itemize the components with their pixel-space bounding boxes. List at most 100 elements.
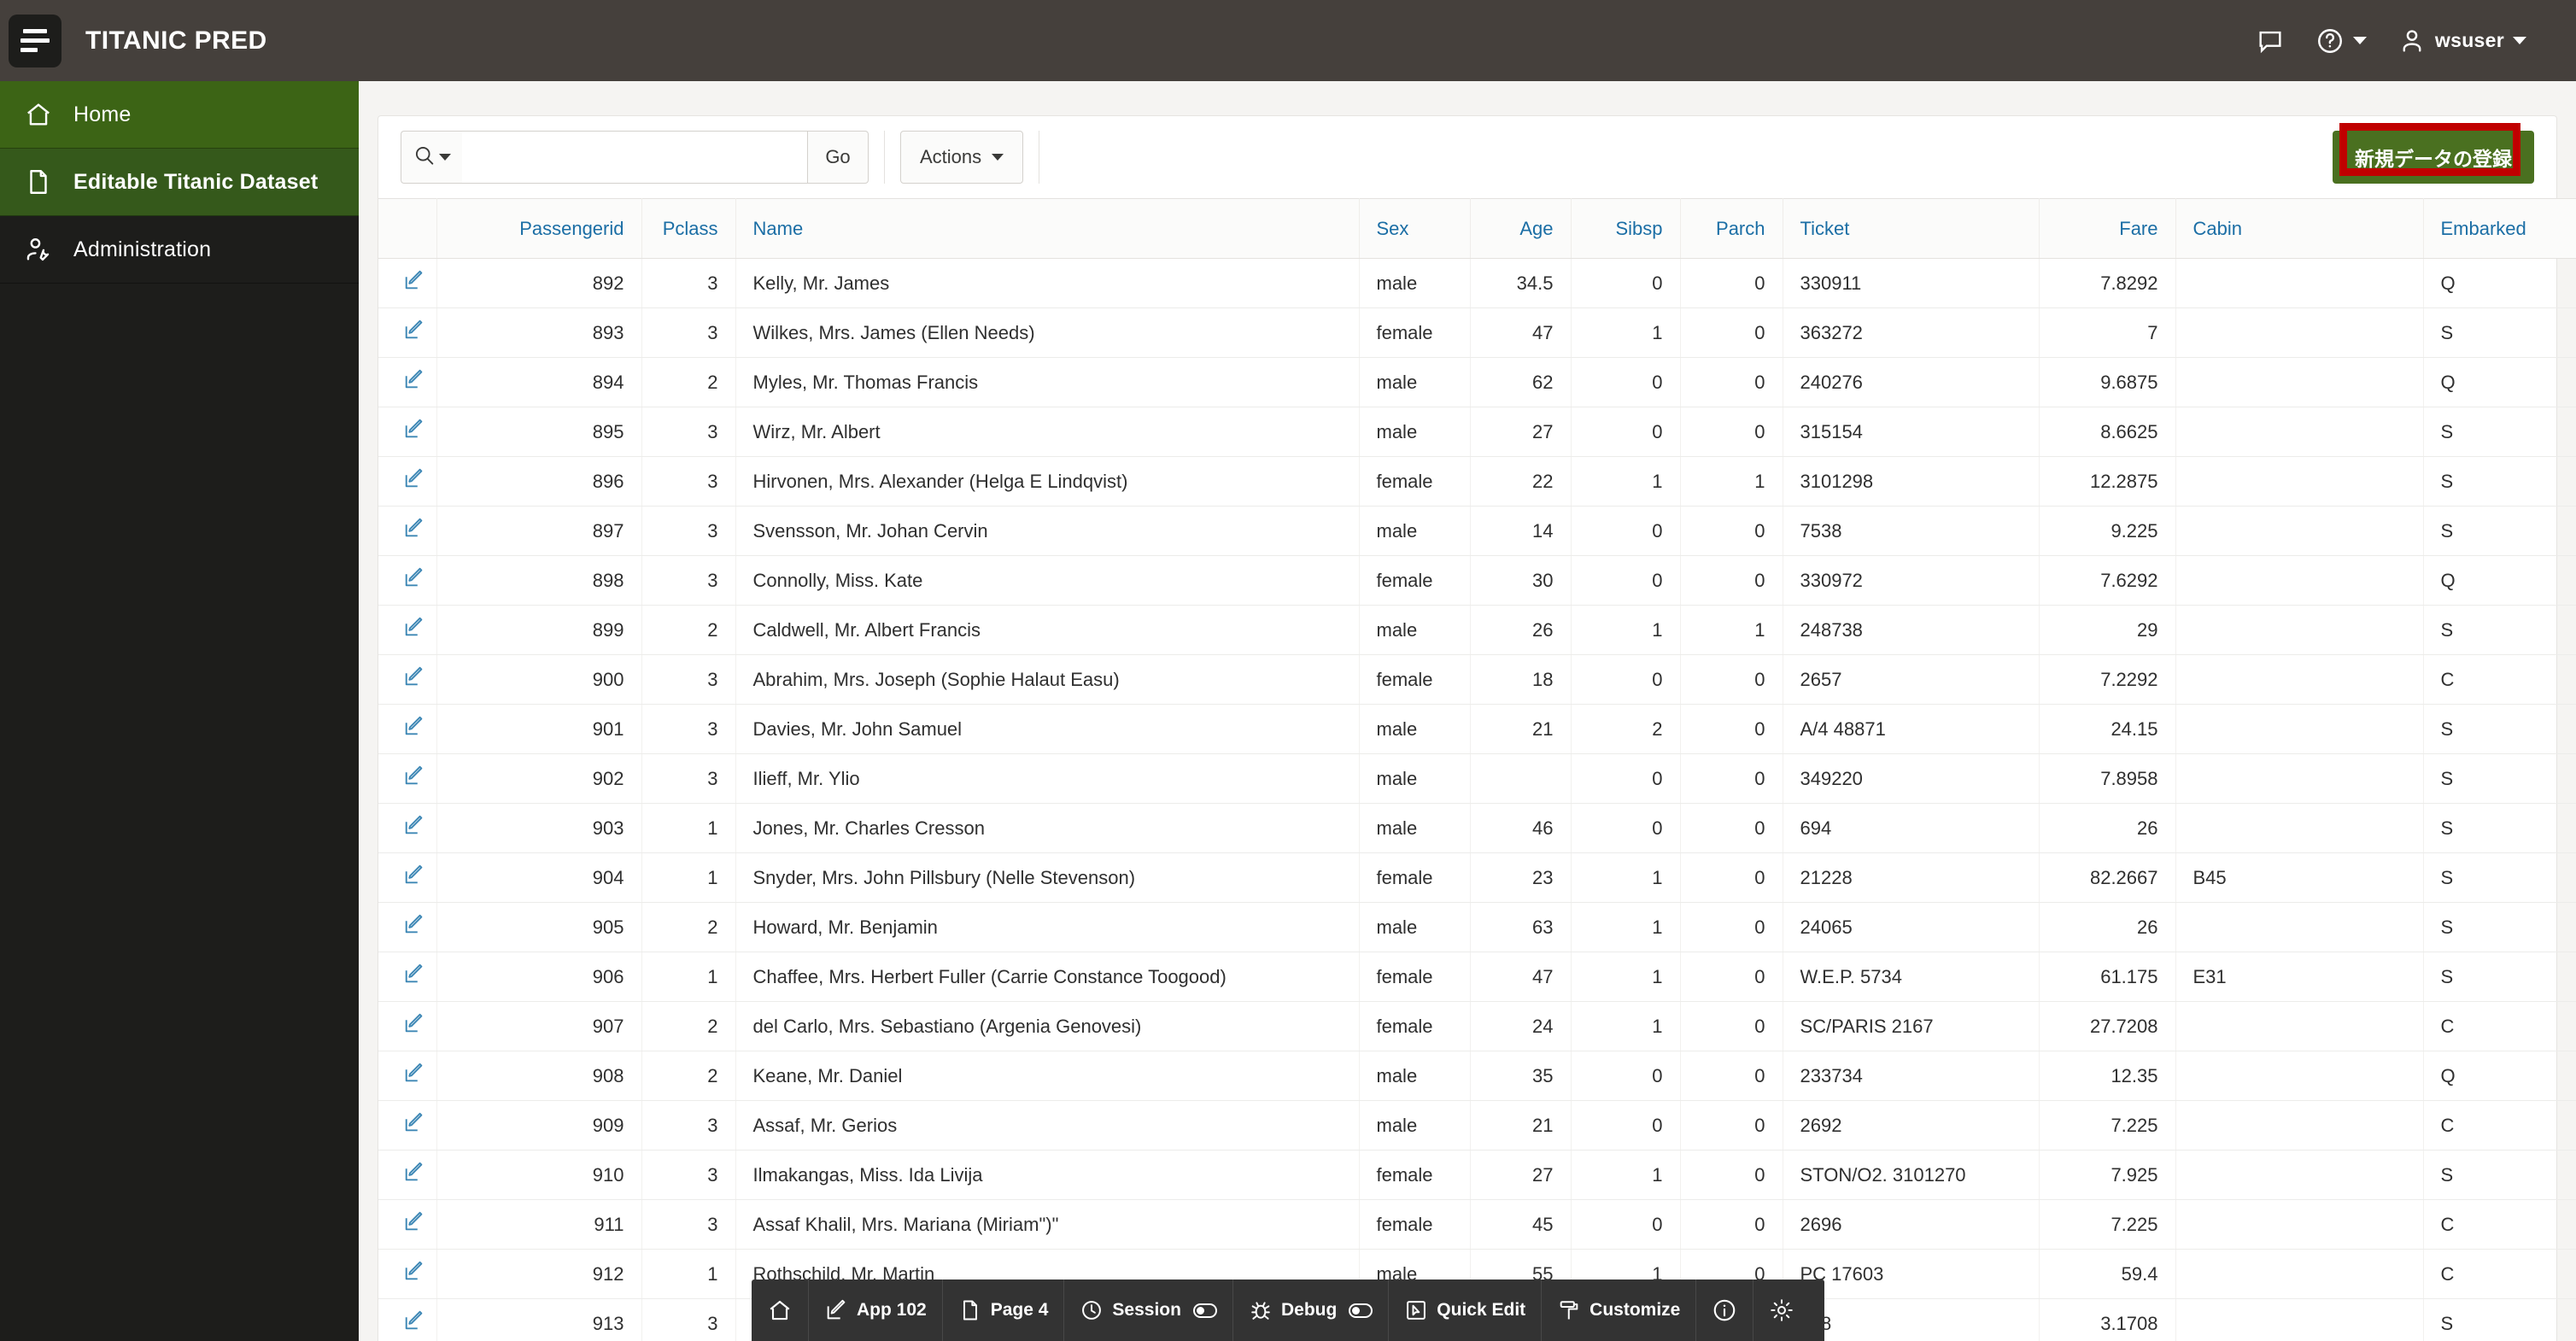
pencil-edit-icon[interactable]	[402, 764, 425, 793]
sidebar-item-administration[interactable]: Administration	[0, 216, 359, 284]
document-page-icon	[22, 167, 55, 196]
pencil-edit-icon[interactable]	[402, 467, 425, 495]
row-edit-cell[interactable]	[378, 753, 437, 804]
row-edit-cell[interactable]	[378, 1199, 437, 1250]
row-edit-cell[interactable]	[378, 1298, 437, 1341]
user-menu-button[interactable]: wsuser	[2382, 18, 2542, 64]
pencil-edit-icon[interactable]	[402, 1062, 425, 1090]
pencil-edit-icon[interactable]	[402, 864, 425, 892]
cell-pclass: 2	[641, 1001, 736, 1051]
pencil-edit-icon[interactable]	[402, 269, 425, 297]
cell-age: 34.5	[1470, 258, 1572, 308]
row-edit-cell[interactable]	[378, 506, 437, 556]
dev-toolbar-item-customize[interactable]: Customize	[1542, 1280, 1697, 1341]
sidebar-item-editable-titanic-dataset[interactable]: Editable Titanic Dataset	[0, 149, 359, 216]
dev-toolbar-item-debug[interactable]: Debug	[1233, 1280, 1390, 1341]
row-edit-cell[interactable]	[378, 307, 437, 358]
cell-sex: female	[1359, 1001, 1471, 1051]
pencil-edit-icon[interactable]	[402, 1161, 425, 1189]
cell-fare: 9.6875	[2039, 357, 2176, 407]
hamburger-menu-icon[interactable]	[9, 14, 61, 67]
cell-sibsp: 0	[1571, 506, 1681, 556]
column-header-cabin[interactable]: Cabin	[2175, 198, 2424, 259]
cell-pclass: 3	[641, 654, 736, 705]
row-edit-cell[interactable]	[378, 258, 437, 308]
cell-name: Connolly, Miss. Kate	[735, 555, 1360, 606]
column-header-parch[interactable]: Parch	[1680, 198, 1783, 259]
cell-ticket: 315154	[1783, 407, 2040, 457]
cell-ticket: SC/PARIS 2167	[1783, 1001, 2040, 1051]
dev-toolbar-item-app-102[interactable]: App 102	[809, 1280, 943, 1341]
pencil-edit-icon[interactable]	[402, 913, 425, 941]
dev-toolbar-item-quick-edit[interactable]: Quick Edit	[1389, 1280, 1543, 1341]
actions-menu-button[interactable]: Actions	[900, 131, 1024, 184]
cell-sex: female	[1359, 456, 1471, 507]
column-header-sex[interactable]: Sex	[1359, 198, 1471, 259]
row-edit-cell[interactable]	[378, 456, 437, 507]
dev-toolbar-item-gear-settings[interactable]	[1753, 1280, 1810, 1341]
cell-cabin: B45	[2175, 852, 2424, 903]
pencil-edit-icon[interactable]	[402, 319, 425, 347]
help-button[interactable]	[2300, 18, 2382, 64]
column-header-sibsp[interactable]: Sibsp	[1571, 198, 1681, 259]
search-input[interactable]	[462, 131, 807, 184]
column-header-age[interactable]: Age	[1470, 198, 1572, 259]
row-edit-cell[interactable]	[378, 654, 437, 705]
pencil-edit-icon[interactable]	[402, 566, 425, 594]
pencil-edit-icon[interactable]	[402, 418, 425, 446]
row-edit-cell[interactable]	[378, 803, 437, 853]
pencil-edit-icon[interactable]	[402, 1309, 425, 1338]
row-edit-cell[interactable]	[378, 407, 437, 457]
cell-ticket: 240276	[1783, 357, 2040, 407]
row-edit-cell[interactable]	[378, 902, 437, 952]
row-edit-cell[interactable]	[378, 852, 437, 903]
cell-passengerid: 909	[436, 1100, 642, 1151]
column-header-pclass[interactable]: Pclass	[641, 198, 736, 259]
dev-toolbar-item-home[interactable]	[752, 1280, 809, 1341]
row-edit-cell[interactable]	[378, 704, 437, 754]
dev-toolbar-item-page-4[interactable]: Page 4	[943, 1280, 1065, 1341]
cell-pclass: 3	[641, 456, 736, 507]
cell-parch: 0	[1680, 654, 1783, 705]
pencil-edit-icon[interactable]	[402, 814, 425, 842]
cell-age: 63	[1470, 902, 1572, 952]
create-new-data-button[interactable]: 新規データの登録	[2333, 131, 2534, 184]
go-button[interactable]: Go	[807, 131, 869, 184]
pencil-edit-icon[interactable]	[402, 715, 425, 743]
pencil-edit-icon[interactable]	[402, 665, 425, 694]
row-edit-cell[interactable]	[378, 1249, 437, 1299]
search-column-dropdown[interactable]	[401, 131, 462, 184]
row-edit-cell[interactable]	[378, 952, 437, 1002]
cell-fare: 29	[2039, 605, 2176, 655]
pencil-edit-icon[interactable]	[402, 517, 425, 545]
pencil-edit-icon[interactable]	[402, 616, 425, 644]
column-header-embarked[interactable]: Embarked	[2423, 198, 2576, 259]
comments-button[interactable]	[2240, 18, 2300, 64]
sidebar-item-home[interactable]: Home	[0, 81, 359, 149]
pencil-edit-icon[interactable]	[402, 1260, 425, 1288]
column-header-passengerid[interactable]: Passengerid	[436, 198, 642, 259]
column-header-ticket[interactable]: Ticket	[1783, 198, 2040, 259]
row-edit-cell[interactable]	[378, 605, 437, 655]
cell-sex: male	[1359, 1100, 1471, 1151]
column-header-name[interactable]: Name	[735, 198, 1360, 259]
row-edit-cell[interactable]	[378, 555, 437, 606]
dev-toolbar-item-info-circle[interactable]	[1696, 1280, 1754, 1341]
row-edit-cell[interactable]	[378, 1001, 437, 1051]
pencil-edit-icon[interactable]	[402, 1111, 425, 1139]
pencil-edit-icon[interactable]	[402, 368, 425, 396]
toggle-switch[interactable]	[1349, 1303, 1373, 1318]
pencil-edit-icon[interactable]	[402, 1012, 425, 1040]
row-edit-cell[interactable]	[378, 1100, 437, 1151]
row-edit-cell[interactable]	[378, 1150, 437, 1200]
cell-cabin	[2175, 1051, 2424, 1101]
toggle-switch[interactable]	[1192, 1303, 1217, 1318]
row-edit-cell[interactable]	[378, 1051, 437, 1101]
pencil-edit-icon[interactable]	[402, 1210, 425, 1239]
pencil-edit-icon[interactable]	[402, 963, 425, 991]
row-edit-cell[interactable]	[378, 357, 437, 407]
dev-toolbar-item-session[interactable]: Session	[1064, 1280, 1233, 1341]
cell-parch: 0	[1680, 902, 1783, 952]
cell-age: 21	[1470, 704, 1572, 754]
column-header-fare[interactable]: Fare	[2039, 198, 2176, 259]
